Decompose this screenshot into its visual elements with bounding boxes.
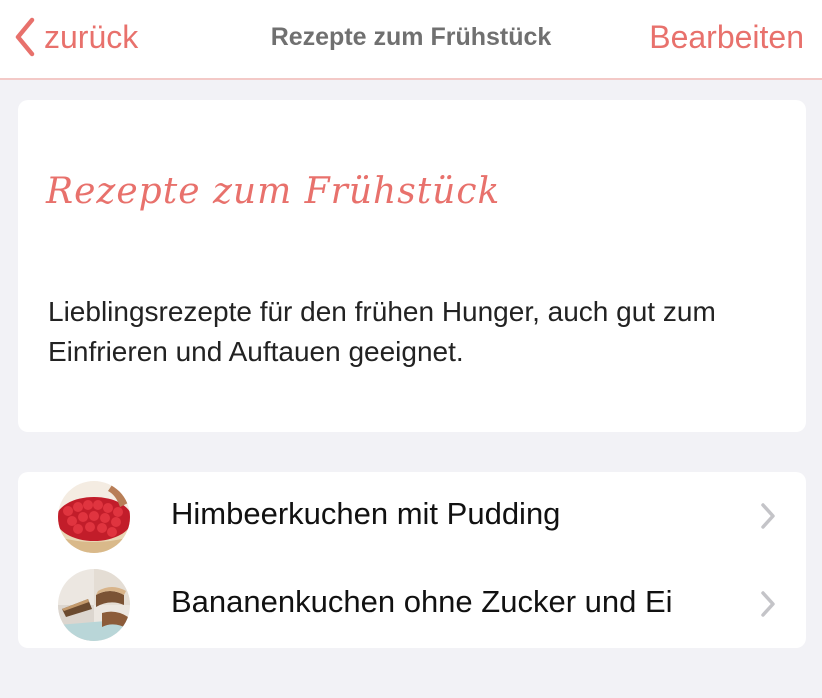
recipe-title: Himbeerkuchen mit Pudding (171, 496, 561, 531)
collection-title: Rezepte zum Frühstück (46, 171, 501, 212)
recipe-title: Bananenkuchen ohne Zucker und Ei (171, 584, 673, 619)
edit-button[interactable]: Bearbeiten (649, 16, 804, 58)
navigation-bar: zurück Rezepte zum Frühstück Bearbeiten (0, 0, 822, 80)
list-item[interactable]: Bananenkuchen ohne Zucker und Ei (18, 560, 806, 648)
banana-cake-thumbnail (58, 569, 130, 641)
collection-info-card: Rezepte zum Frühstück Lieblingsrezepte f… (18, 100, 806, 432)
list-item[interactable]: Himbeerkuchen mit Pudding (18, 472, 806, 560)
recipe-list: Himbeerkuchen mit Pudding Bananenkuchen … (18, 472, 806, 648)
collection-description: Lieblingsrezepte für den frühen Hunger, … (48, 296, 716, 367)
chevron-right-icon (760, 590, 776, 618)
chevron-right-icon (760, 502, 776, 530)
raspberry-cake-thumbnail (58, 481, 130, 553)
